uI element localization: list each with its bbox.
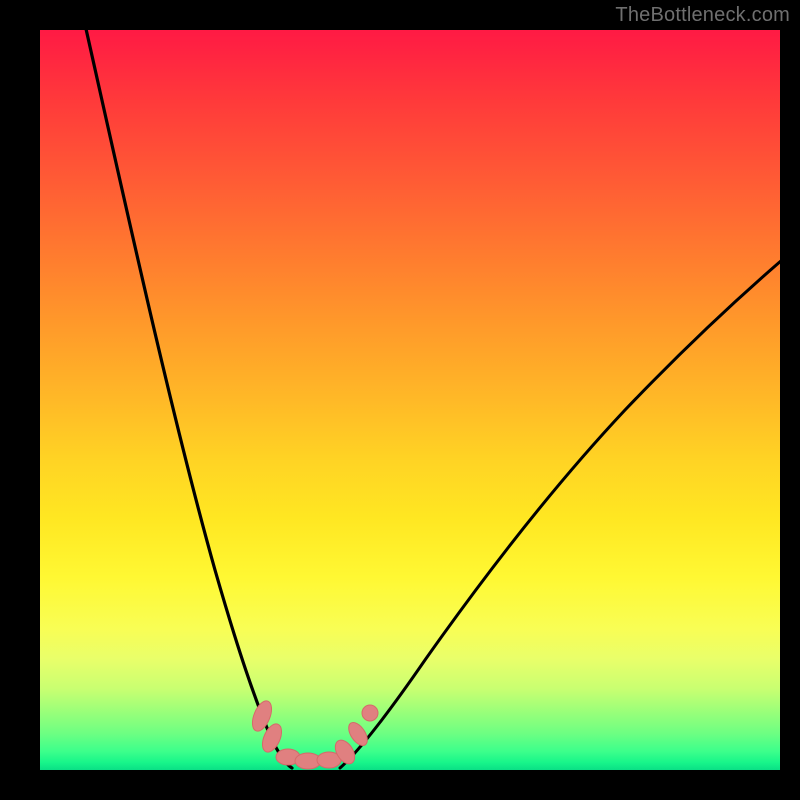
plot-area: [40, 30, 780, 770]
curve-right-branch: [340, 260, 782, 768]
marker-point: [362, 705, 378, 721]
curve-left-branch: [84, 20, 292, 768]
watermark-text: TheBottleneck.com: [615, 4, 790, 27]
curve-layer: [40, 30, 780, 770]
marker-group: [249, 698, 378, 769]
chart-frame: TheBottleneck.com: [0, 0, 800, 800]
